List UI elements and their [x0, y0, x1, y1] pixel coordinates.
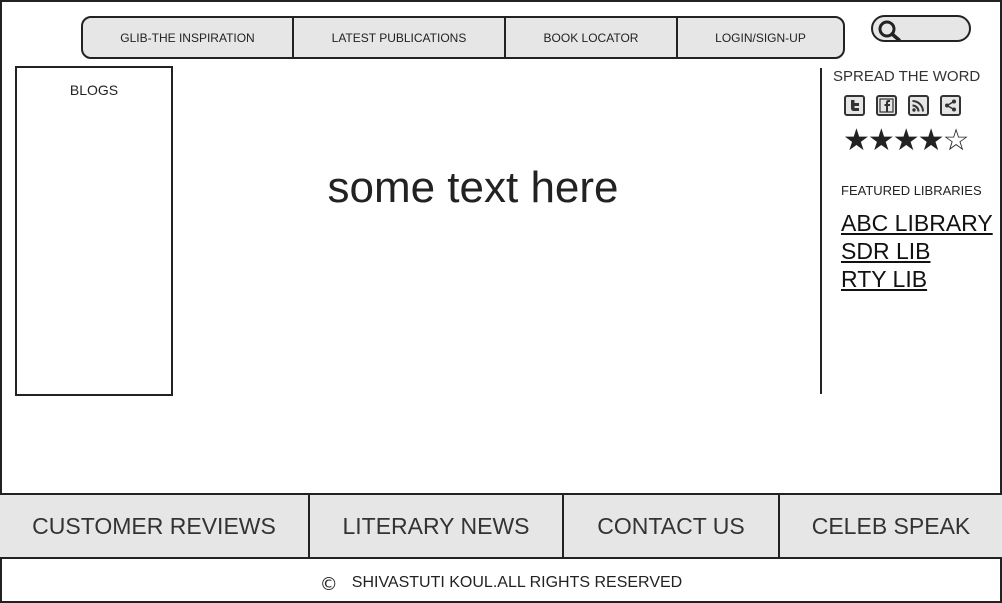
top-nav: GLIB-THE INSPIRATION LATEST PUBLICATIONS… [81, 16, 845, 59]
nav-item-login-signup[interactable]: LOGIN/SIGN-UP [678, 18, 843, 57]
bottom-nav-contact-us[interactable]: CONTACT US [564, 495, 780, 557]
facebook-icon[interactable] [876, 95, 897, 116]
search-input[interactable] [905, 20, 969, 40]
main-text: some text here [327, 163, 619, 212]
search-box[interactable] [871, 15, 971, 42]
nav-item-latest-publications[interactable]: LATEST PUBLICATIONS [294, 18, 506, 57]
blogs-title: BLOGS [69, 82, 119, 98]
social-icons [844, 95, 961, 116]
library-link-abc[interactable]: ABC LIBRARY [841, 209, 993, 237]
nav-item-book-locator[interactable]: BOOK LOCATOR [506, 18, 678, 57]
featured-libraries-list: ABC LIBRARY SDR LIB RTY LIB [841, 209, 993, 293]
rss-icon[interactable] [908, 95, 929, 116]
footer-text: SHIVASTUTI KOUL.ALL RIGHTS RESERVED [351, 573, 683, 591]
share-icon[interactable] [940, 95, 961, 116]
blogs-panel: BLOGS [15, 66, 173, 396]
twitter-icon[interactable] [844, 95, 865, 116]
star-rating[interactable]: ★★★★☆ [843, 123, 969, 159]
bottom-nav: CUSTOMER REVIEWS LITERARY NEWS CONTACT U… [0, 493, 1002, 559]
bottom-nav-customer-reviews[interactable]: CUSTOMER REVIEWS [0, 495, 310, 557]
library-link-sdr[interactable]: SDR LIB [841, 237, 993, 265]
footer: © SHIVASTUTI KOUL.ALL RIGHTS RESERVED [0, 570, 1002, 596]
sidebar-divider [820, 68, 822, 394]
nav-item-inspiration[interactable]: GLIB-THE INSPIRATION [83, 18, 294, 57]
bottom-nav-literary-news[interactable]: LITERARY NEWS [310, 495, 564, 557]
spread-the-word-title: SPREAD THE WORD [833, 68, 981, 85]
copyright-icon: © [319, 574, 338, 595]
library-link-rty[interactable]: RTY LIB [841, 265, 993, 293]
bottom-nav-celeb-speak[interactable]: CELEB SPEAK [780, 495, 1002, 557]
search-icon[interactable] [877, 20, 903, 42]
featured-libraries-title: FEATURED LIBRARIES [841, 183, 982, 198]
